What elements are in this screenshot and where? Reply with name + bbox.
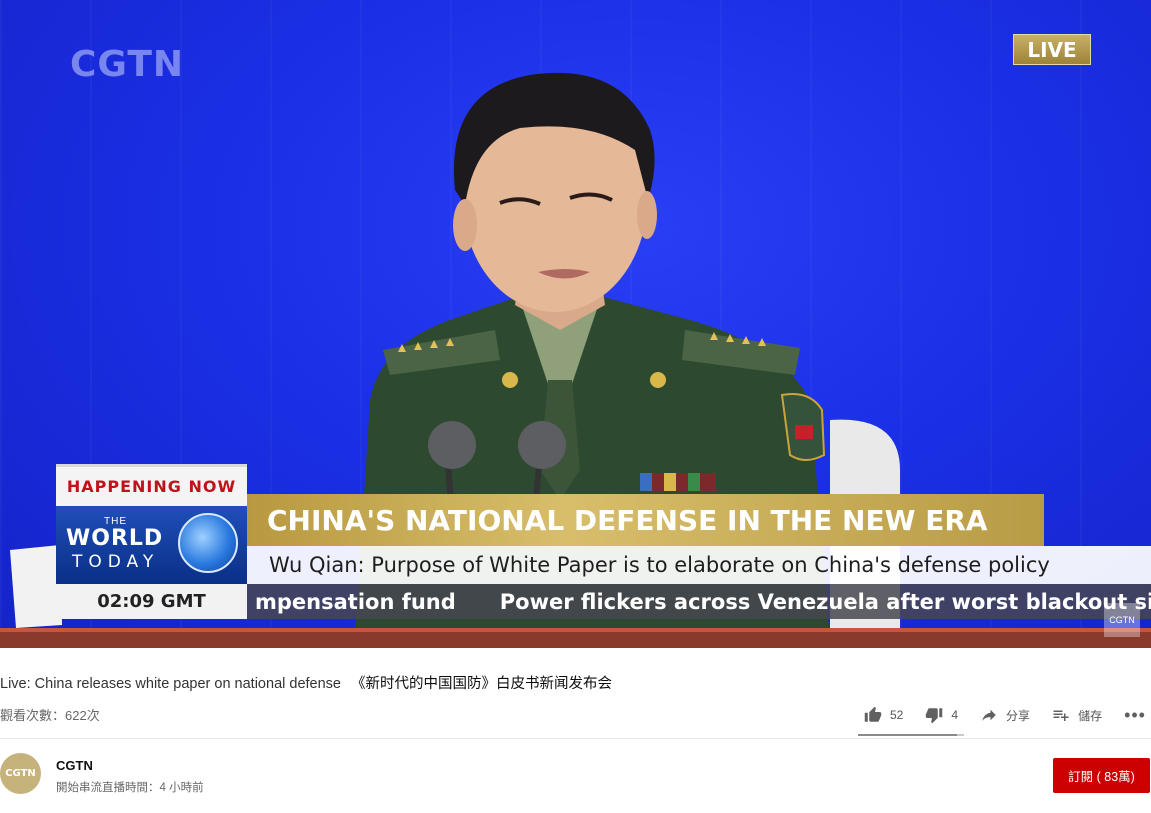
headline-banner: CHINA'S NATIONAL DEFENSE IN THE NEW ERA bbox=[247, 494, 1044, 546]
ticker-item: Power flickers across Venezuela after wo… bbox=[499, 589, 1151, 614]
view-count: 觀看次數：622次 bbox=[0, 708, 100, 723]
subheadline-banner: Wu Qian: Purpose of White Paper is to el… bbox=[247, 546, 1151, 584]
ticker-item: mpensation fund bbox=[255, 589, 456, 614]
video-title-chinese: 《新时代的中国国防》白皮书新闻发布会 bbox=[351, 676, 613, 692]
stream-started-time: 開始串流直播時間：4 小時前 bbox=[56, 782, 204, 794]
show-world-text: WORLD bbox=[66, 526, 164, 551]
happening-now-label: HAPPENING NOW bbox=[56, 464, 247, 506]
globe-icon bbox=[178, 513, 238, 573]
gmt-clock: 02:09 GMT bbox=[56, 584, 247, 619]
video-player[interactable]: CGTN LIVE HAPPENING NOW THE WORLD TODAY … bbox=[0, 0, 1151, 648]
like-dislike-ratio-bar bbox=[858, 734, 964, 736]
cgtn-watermark-logo: CGTN bbox=[70, 44, 185, 85]
like-count: 52 bbox=[890, 708, 904, 722]
video-title-english: Live: China releases white paper on nati… bbox=[0, 676, 341, 692]
share-arrow-icon bbox=[982, 709, 996, 721]
show-today-text: TODAY bbox=[72, 552, 160, 572]
cgtn-corner-bug: CGTN bbox=[1104, 603, 1140, 637]
thumbs-up-icon bbox=[864, 706, 882, 722]
save-label: 儲存 bbox=[1078, 708, 1103, 723]
dislike-count: 4 bbox=[951, 708, 959, 722]
thumbs-down-icon bbox=[926, 708, 943, 724]
share-label: 分享 bbox=[1006, 708, 1031, 723]
video-title: Live: China releases white paper on nati… bbox=[0, 672, 612, 693]
more-actions-button[interactable]: ••• bbox=[1124, 705, 1146, 726]
dislike-button[interactable]: 4 bbox=[925, 706, 958, 724]
playlist-add-icon bbox=[1053, 710, 1069, 721]
channel-avatar[interactable]: CGTN bbox=[0, 753, 41, 794]
like-button[interactable]: 52 bbox=[864, 706, 903, 724]
subscribe-button[interactable]: 訂閱 ( 83萬) bbox=[1053, 758, 1150, 793]
section-divider bbox=[0, 738, 1151, 739]
like-ratio-fill bbox=[858, 734, 957, 736]
save-button[interactable]: 儲存 bbox=[1052, 706, 1102, 724]
channel-name-link[interactable]: CGTN bbox=[56, 758, 93, 773]
world-today-logo: THE WORLD TODAY bbox=[56, 506, 247, 584]
live-badge: LIVE bbox=[1013, 34, 1091, 65]
share-button[interactable]: 分享 bbox=[980, 706, 1030, 724]
news-ticker: mpensation fund Power flickers across Ve… bbox=[247, 584, 1151, 619]
video-actions-bar: 52 4 分享 儲存 ••• bbox=[864, 704, 1146, 726]
